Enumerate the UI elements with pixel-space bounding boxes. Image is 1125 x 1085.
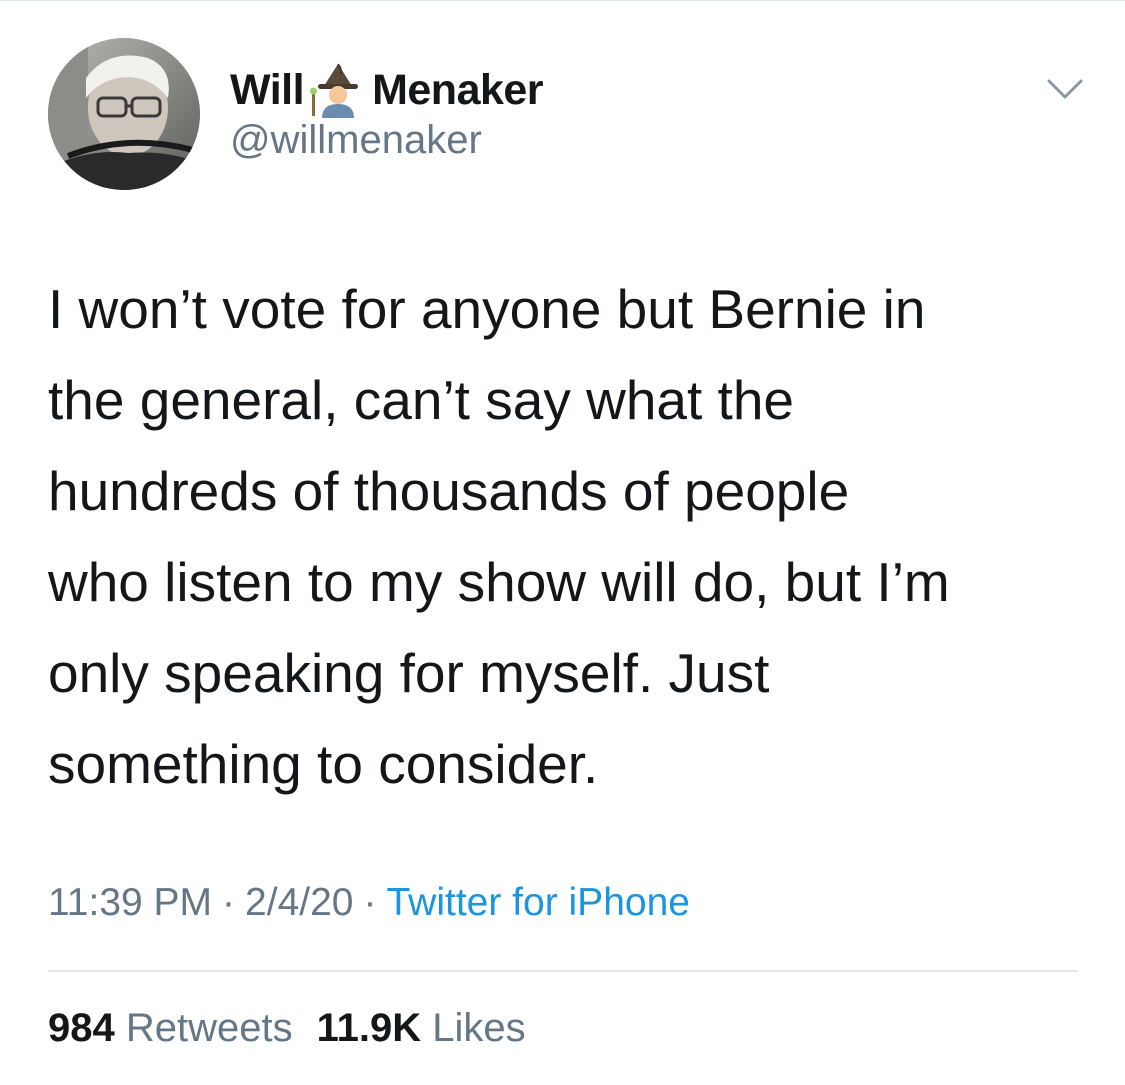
separator-dot: ·	[363, 881, 377, 924]
tweet-text-line: the general, can’t say what the	[48, 369, 795, 431]
author-handle[interactable]: @willmenaker	[230, 118, 482, 163]
author-last-name[interactable]: Menaker	[372, 66, 543, 115]
separator-dot: ·	[222, 881, 236, 924]
author-name-row[interactable]: Will Menaker	[230, 62, 544, 118]
tweet-time[interactable]: 11:39 PM	[48, 881, 212, 924]
tweet-date[interactable]: 2/4/20	[245, 881, 353, 924]
chevron-down-icon[interactable]	[1045, 76, 1085, 104]
tweet-metadata: 11:39 PM · 2/4/20 · Twitter for iPhone	[48, 881, 690, 925]
avatar[interactable]	[48, 38, 200, 190]
retweets-label: Retweets	[125, 1006, 293, 1050]
tweet-text-line: something to consider.	[48, 733, 599, 795]
tweet-text-line: I won’t vote for anyone but Bernie in	[48, 278, 926, 340]
tweet-text-line: hundreds of thousands of people	[48, 460, 850, 522]
tweet-source-link[interactable]: Twitter for iPhone	[386, 881, 689, 924]
likes-stat[interactable]: 11.9K Likes	[317, 1006, 526, 1050]
mage-emoji-icon	[308, 62, 368, 118]
tweet-stats: 984 Retweets 11.9K Likes	[48, 1006, 526, 1051]
likes-count: 11.9K	[316, 1006, 422, 1050]
stats-divider	[48, 970, 1078, 972]
likes-label: Likes	[432, 1006, 526, 1050]
tweet-text-line: only speaking for myself. Just	[48, 642, 770, 704]
retweets-stat[interactable]: 984 Retweets	[48, 1006, 293, 1050]
tweet-text: I won’t vote for anyone but Bernie in th…	[48, 264, 1088, 810]
retweets-count: 984	[48, 1006, 115, 1050]
tweet-card: Will Menaker @willmenaker I won’t vote f…	[0, 0, 1125, 1085]
author-first-name[interactable]: Will	[230, 66, 305, 115]
tweet-text-line: who listen to my show will do, but I’m	[48, 551, 950, 613]
